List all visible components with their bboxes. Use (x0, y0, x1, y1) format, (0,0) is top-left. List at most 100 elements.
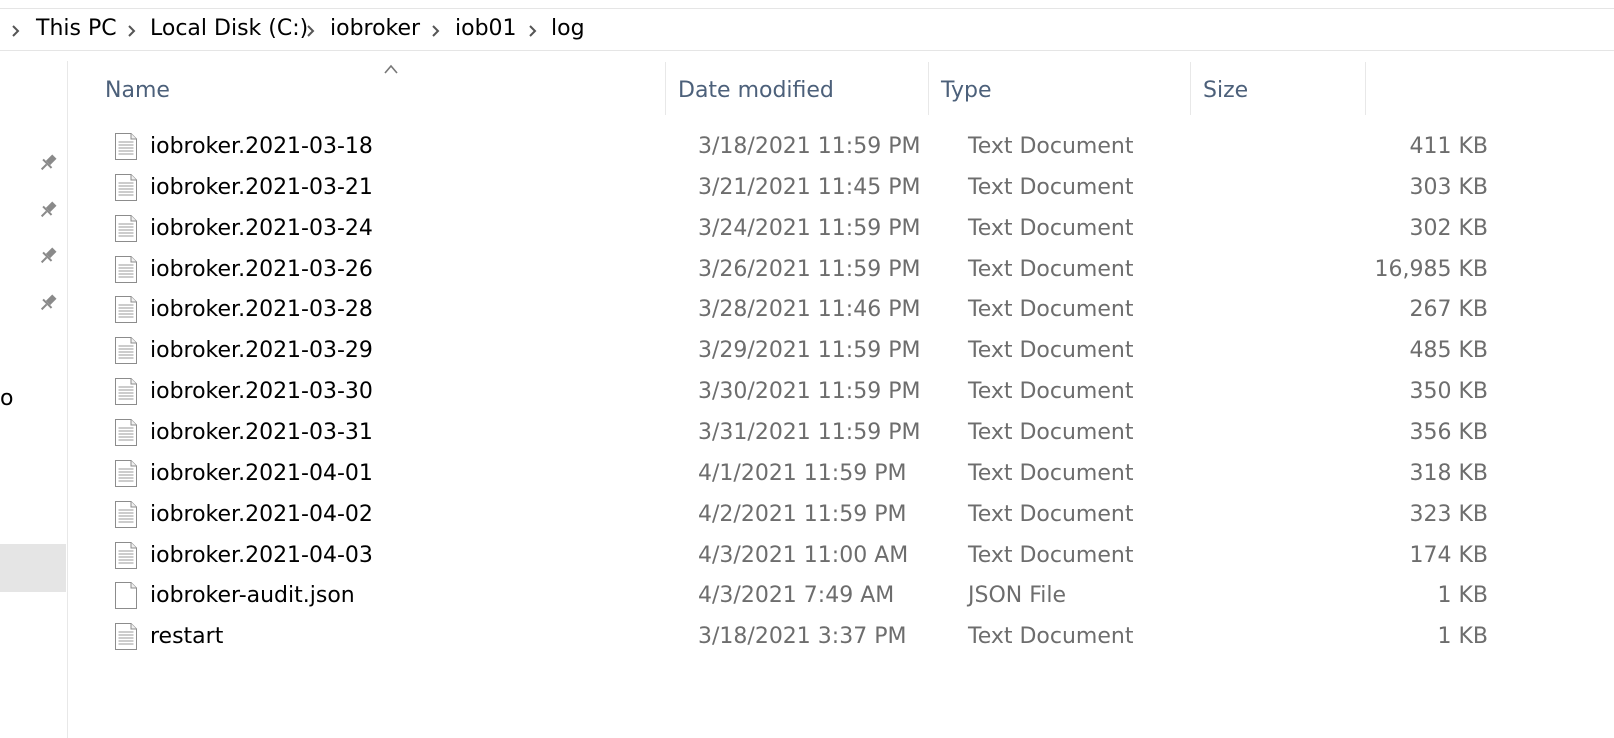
file-size: 411 KB (1409, 134, 1488, 159)
file-type: Text Document (968, 256, 1134, 282)
chevron-right-icon[interactable] (428, 23, 444, 39)
text-file-icon (114, 214, 138, 243)
file-size: 1 KB (1437, 624, 1488, 650)
pin-icon[interactable] (37, 152, 59, 174)
breadcrumb[interactable]: This PC Local Disk (C:) iobroker iob01 l… (0, 9, 1614, 51)
pin-icon[interactable] (37, 292, 59, 314)
file-name[interactable]: iobroker.2021-03-31 (150, 418, 373, 448)
file-size: 267 KB (1409, 297, 1488, 323)
file-row[interactable]: iobroker.2021-03-29 3/29/2021 11:59 PM Tex… (104, 330, 1488, 372)
file-name[interactable]: iobroker.2021-03-26 (150, 255, 373, 285)
column-header-type[interactable]: Type (941, 76, 992, 106)
json-file-icon (114, 581, 138, 610)
breadcrumb-iob01[interactable]: iob01 (455, 15, 517, 43)
text-file-icon (114, 418, 138, 447)
text-file-icon (114, 173, 138, 202)
file-size: 323 KB (1409, 501, 1488, 527)
column-divider[interactable] (1365, 62, 1366, 115)
text-file-icon (114, 295, 138, 324)
file-row[interactable]: iobroker.2021-03-30 3/30/2021 11:59 PM Tex… (104, 371, 1488, 413)
text-file-icon (114, 336, 138, 365)
chevron-right-icon[interactable] (124, 23, 140, 39)
text-file-icon (114, 459, 138, 488)
file-row[interactable]: iobroker.2021-04-02 4/2/2021 11:59 PM Text… (104, 494, 1488, 536)
file-date-modified: 3/31/2021 11:59 PM (698, 419, 921, 445)
file-date-modified: 3/21/2021 11:45 PM (698, 174, 921, 200)
text-file-icon (114, 500, 138, 529)
file-type: Text Document (968, 542, 1134, 568)
file-type: Text Document (968, 379, 1134, 405)
file-type: Text Document (968, 134, 1134, 159)
file-name[interactable]: iobroker.2021-03-29 (150, 336, 373, 366)
column-header-name[interactable]: Name (105, 76, 170, 106)
nav-item-partial-label[interactable]: o (0, 386, 13, 412)
file-name[interactable]: iobroker.2021-04-03 (150, 541, 373, 571)
file-date-modified: 4/1/2021 11:59 PM (698, 460, 907, 486)
chevron-right-icon[interactable] (8, 23, 24, 39)
file-size: 303 KB (1409, 174, 1488, 200)
sort-ascending-icon (383, 60, 399, 74)
file-row[interactable]: iobroker.2021-03-26 3/26/2021 11:59 PM Tex… (104, 249, 1488, 291)
column-header-date-modified[interactable]: Date modified (678, 76, 834, 106)
file-type: Text Document (968, 174, 1134, 200)
column-divider[interactable] (928, 62, 929, 115)
column-header-size[interactable]: Size (1203, 76, 1248, 106)
file-date-modified: 4/3/2021 11:00 AM (698, 542, 909, 568)
file-date-modified: 3/29/2021 11:59 PM (698, 338, 921, 364)
file-row[interactable]: restart 3/18/2021 3:37 PM Text Document 1 K… (104, 616, 1488, 658)
file-row[interactable]: iobroker-audit.json 4/3/2021 7:49 AM JSON … (104, 575, 1488, 617)
pin-icon[interactable] (37, 245, 59, 267)
file-type: Text Document (968, 297, 1134, 323)
column-divider[interactable] (665, 62, 666, 115)
file-row[interactable]: iobroker.2021-04-03 4/3/2021 11:00 AM Text… (104, 535, 1488, 577)
file-size: 350 KB (1409, 379, 1488, 405)
text-file-icon (114, 132, 138, 161)
file-name[interactable]: iobroker.2021-04-01 (150, 459, 373, 489)
file-name[interactable]: iobroker.2021-03-24 (150, 214, 373, 244)
file-type: Text Document (968, 501, 1134, 527)
file-name[interactable]: iobroker.2021-03-28 (150, 295, 373, 325)
file-size: 1 KB (1437, 583, 1488, 609)
file-row[interactable]: iobroker.2021-03-24 3/24/2021 11:59 PM Tex… (104, 208, 1488, 250)
file-date-modified: 3/18/2021 3:37 PM (698, 624, 907, 650)
breadcrumb-log[interactable]: log (551, 15, 585, 43)
chevron-right-icon[interactable] (303, 23, 319, 39)
text-file-icon (114, 377, 138, 406)
file-date-modified: 3/24/2021 11:59 PM (698, 215, 921, 241)
file-size: 16,985 KB (1374, 256, 1489, 282)
file-name[interactable]: restart (150, 622, 223, 652)
nav-item-selected[interactable] (0, 544, 66, 592)
file-name[interactable]: iobroker.2021-03-30 (150, 377, 373, 407)
text-file-icon (114, 541, 138, 570)
file-type: Text Document (968, 215, 1134, 241)
file-name[interactable]: iobroker.2021-03-18 (150, 132, 373, 162)
file-size: 174 KB (1409, 542, 1488, 568)
file-type: Text Document (968, 624, 1134, 650)
file-date-modified: 3/30/2021 11:59 PM (698, 379, 921, 405)
breadcrumb-this-pc[interactable]: This PC (36, 15, 117, 43)
file-type: Text Document (968, 460, 1134, 486)
file-row[interactable]: iobroker.2021-03-31 3/31/2021 11:59 PM Tex… (104, 412, 1488, 454)
file-size: 318 KB (1409, 460, 1488, 486)
file-name[interactable]: iobroker.2021-03-21 (150, 173, 373, 203)
text-file-icon (114, 255, 138, 284)
file-row[interactable]: iobroker.2021-03-18 3/18/2021 11:59 PM Tex… (104, 126, 1488, 168)
file-name[interactable]: iobroker.2021-04-02 (150, 500, 373, 530)
file-type: JSON File (968, 583, 1067, 609)
file-row[interactable]: iobroker.2021-04-01 4/1/2021 11:59 PM Text… (104, 453, 1488, 495)
pin-icon[interactable] (37, 199, 59, 221)
breadcrumb-iobroker[interactable]: iobroker (330, 15, 420, 43)
column-divider[interactable] (1190, 62, 1191, 115)
file-name[interactable]: iobroker-audit.json (150, 581, 355, 611)
chevron-right-icon[interactable] (525, 23, 541, 39)
text-file-icon (114, 622, 138, 651)
breadcrumb-local-disk[interactable]: Local Disk (C:) (150, 15, 308, 43)
file-date-modified: 3/18/2021 11:59 PM (698, 134, 921, 159)
file-date-modified: 4/2/2021 11:59 PM (698, 501, 907, 527)
file-size: 485 KB (1409, 338, 1488, 364)
file-row[interactable]: iobroker.2021-03-21 3/21/2021 11:45 PM Tex… (104, 167, 1488, 209)
file-row[interactable]: iobroker.2021-03-28 3/28/2021 11:46 PM Tex… (104, 289, 1488, 331)
file-date-modified: 3/26/2021 11:59 PM (698, 256, 921, 282)
file-size: 302 KB (1409, 215, 1488, 241)
file-size: 356 KB (1409, 419, 1488, 445)
